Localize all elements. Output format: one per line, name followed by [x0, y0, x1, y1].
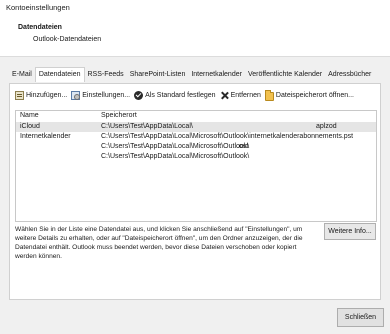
column-header-location[interactable]: Speicherort: [101, 112, 137, 119]
column-header-name[interactable]: Name: [20, 112, 39, 119]
set-default-button-label: Als Standard festlegen: [145, 92, 216, 99]
settings-button[interactable]: Einstellungen...: [71, 91, 130, 100]
open-file-location-button[interactable]: Dateispeicherort öffnen...: [264, 90, 355, 101]
list-row-icloud[interactable]: iCloud C:\Users\Test\AppData\Local\ aplz…: [16, 122, 376, 132]
window-title: Kontoeinstellungen: [6, 3, 70, 12]
remove-button-label: Entfernen: [230, 92, 261, 99]
row-location: C:\Users\Test\AppData\Local\Microsoft\Ou…: [101, 153, 250, 160]
header-title: Datendateien: [18, 24, 62, 31]
data-files-panel: Hinzufügen... Einstellungen... Als Stand…: [9, 83, 381, 300]
row-location: C:\Users\Test\AppData\Local\: [101, 123, 193, 130]
tab-rss-feeds[interactable]: RSS-Feeds: [85, 69, 127, 82]
add-button-label: Hinzufügen...: [26, 92, 68, 99]
dialog-header: Datendateien Outlook-Datendateien: [0, 14, 390, 56]
folder-icon: [264, 90, 274, 101]
open-file-location-label: Dateispeicherort öffnen...: [275, 92, 355, 99]
set-default-button[interactable]: Als Standard festlegen: [134, 91, 216, 100]
remove-icon: [220, 91, 229, 100]
data-file-list[interactable]: Name Speicherort iCloud C:\Users\Test\Ap…: [15, 110, 377, 222]
tab-data-files[interactable]: Datendateien: [34, 67, 85, 82]
row-name: Internetkalender: [20, 133, 71, 140]
tab-sharepoint-lists[interactable]: SharePoint-Listen: [127, 69, 189, 82]
row-name: iCloud: [20, 123, 40, 130]
row-location-suffix: .ost: [237, 143, 249, 150]
add-file-icon: [15, 91, 24, 100]
help-description: Wählen Sie in der Liste eine Datendatei …: [15, 226, 303, 260]
settings-button-label: Einstellungen...: [82, 92, 131, 99]
row-location-suffix: aplzod: [316, 123, 337, 130]
remove-button[interactable]: Entfernen: [220, 91, 261, 100]
header-subtitle: Outlook-Datendateien: [33, 36, 102, 43]
close-button[interactable]: Schließen: [337, 308, 384, 327]
list-row-outlook-file[interactable]: C:\Users\Test\AppData\Local\Microsoft\Ou…: [16, 152, 376, 162]
account-settings-window: Kontoeinstellungen Datendateien Outlook-…: [0, 0, 390, 334]
checkmark-icon: [134, 91, 144, 100]
add-button[interactable]: Hinzufügen...: [15, 91, 67, 100]
tab-strip: E-Mail Datendateien RSS-Feeds SharePoint…: [9, 67, 374, 83]
list-row-internet-calendars[interactable]: Internetkalender C:\Users\Test\AppData\L…: [16, 132, 376, 142]
toolbar: Hinzufügen... Einstellungen... Als Stand…: [15, 90, 358, 101]
tab-address-books[interactable]: Adressbücher: [325, 69, 374, 82]
list-row-ost-file[interactable]: C:\Users\Test\AppData\Local\Microsoft\Ou…: [16, 142, 376, 152]
more-info-button[interactable]: Weitere Info...: [324, 223, 376, 240]
tab-email[interactable]: E-Mail: [9, 69, 35, 82]
row-location: C:\Users\Test\AppData\Local\Microsoft\Ou…: [101, 133, 354, 140]
tab-internet-calendars[interactable]: Internetkalender: [188, 69, 245, 82]
list-header: Name Speicherort: [16, 111, 376, 121]
tab-published-calendars[interactable]: Veröffentlichte Kalender: [245, 69, 325, 82]
settings-icon: [71, 91, 81, 100]
row-location: C:\Users\Test\AppData\Local\Microsoft\Ou…: [101, 143, 250, 150]
